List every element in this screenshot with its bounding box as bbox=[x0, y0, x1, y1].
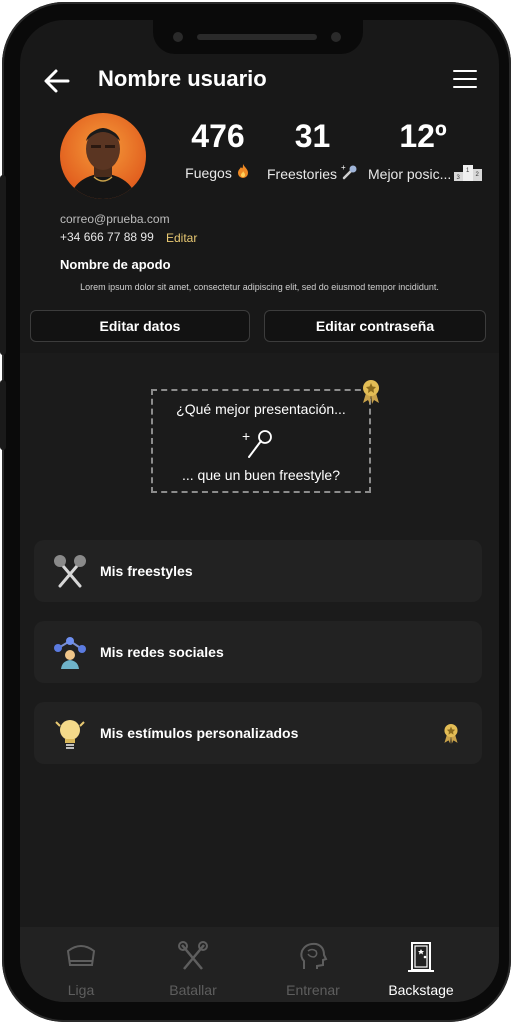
sensor bbox=[331, 32, 341, 42]
row-label: Mis freestyles bbox=[100, 563, 193, 579]
stat-mejor-posicion: 12º Mejor posic... 3 1 2 bbox=[368, 118, 483, 184]
page-title: Nombre usuario bbox=[98, 66, 267, 91]
stat-fuegos: 476 Fuegos bbox=[178, 118, 258, 182]
mic-icon: + bbox=[340, 163, 358, 184]
edit-data-button[interactable]: Editar datos bbox=[30, 310, 250, 342]
tab-label: Liga bbox=[67, 982, 95, 998]
tab-batallar[interactable]: Batallar bbox=[148, 941, 238, 998]
bottom-tab-bar: Liga Batallar Entrenar Backstage bbox=[20, 927, 499, 1002]
edit-link[interactable]: Editar bbox=[166, 231, 197, 245]
side-button bbox=[0, 175, 6, 355]
brain-head-icon bbox=[268, 941, 358, 978]
row-mis-redes-sociales[interactable]: Mis redes sociales bbox=[34, 621, 482, 683]
volume-button bbox=[0, 380, 6, 450]
stat-value: 476 bbox=[191, 118, 245, 154]
lightbulb-icon bbox=[52, 716, 88, 752]
tab-label: Entrenar bbox=[286, 982, 340, 998]
camera bbox=[173, 32, 183, 42]
stat-freestories: 31 Freestories + bbox=[265, 118, 360, 184]
presentation-upload-box[interactable]: ¿Qué mejor presentación... + ... que un … bbox=[151, 389, 371, 493]
stat-label: Fuegos bbox=[185, 164, 232, 181]
crossed-mics-icon bbox=[52, 554, 88, 590]
fire-icon bbox=[235, 163, 251, 182]
stat-value: 31 bbox=[294, 118, 331, 154]
email-text: correo@prueba.com bbox=[60, 212, 170, 226]
tab-label: Backstage bbox=[388, 982, 454, 998]
social-network-icon bbox=[52, 635, 88, 671]
hamburger-menu-icon[interactable] bbox=[453, 70, 477, 90]
tab-label: Batallar bbox=[169, 982, 217, 998]
bio-text: Lorem ipsum dolor sit amet, consectetur … bbox=[80, 282, 439, 292]
presentation-line-1: ¿Qué mejor presentación... bbox=[176, 401, 346, 417]
shield-icon bbox=[36, 941, 126, 978]
header: Nombre usuario bbox=[20, 60, 499, 100]
tab-backstage[interactable]: Backstage bbox=[376, 941, 466, 998]
speaker bbox=[197, 34, 317, 40]
notch bbox=[153, 20, 363, 54]
badge-icon bbox=[442, 722, 460, 749]
stat-label: Freestories bbox=[266, 165, 338, 182]
row-mis-freestyles[interactable]: Mis freestyles bbox=[34, 540, 482, 602]
stat-label: Mejor posic... bbox=[368, 165, 452, 182]
presentation-line-2: ... que un buen freestyle? bbox=[182, 467, 340, 483]
back-arrow-icon[interactable] bbox=[42, 66, 72, 96]
row-mis-estimulos[interactable]: Mis estímulos personalizados bbox=[34, 702, 482, 764]
edit-password-button[interactable]: Editar contraseña bbox=[264, 310, 486, 342]
phone-text: +34 666 77 88 99 bbox=[60, 230, 154, 244]
avatar[interactable] bbox=[60, 113, 146, 199]
tab-liga[interactable]: Liga bbox=[36, 941, 126, 998]
screen: Nombre usuario 476 Fuegos 31 Freestories bbox=[20, 20, 499, 1002]
row-label: Mis estímulos personalizados bbox=[100, 725, 299, 741]
stat-value: 12º bbox=[399, 118, 447, 154]
svg-text:+: + bbox=[341, 163, 346, 172]
nickname-text: Nombre de apodo bbox=[60, 257, 171, 272]
row-label: Mis redes sociales bbox=[100, 644, 224, 660]
add-mic-icon: + bbox=[241, 427, 277, 466]
tab-entrenar[interactable]: Entrenar bbox=[268, 941, 358, 998]
plus-sign: + bbox=[242, 428, 250, 444]
door-icon bbox=[376, 941, 466, 978]
badge-icon bbox=[360, 378, 382, 409]
podium-icon: 3 1 2 bbox=[454, 163, 483, 184]
crossed-mics-icon bbox=[148, 941, 238, 978]
